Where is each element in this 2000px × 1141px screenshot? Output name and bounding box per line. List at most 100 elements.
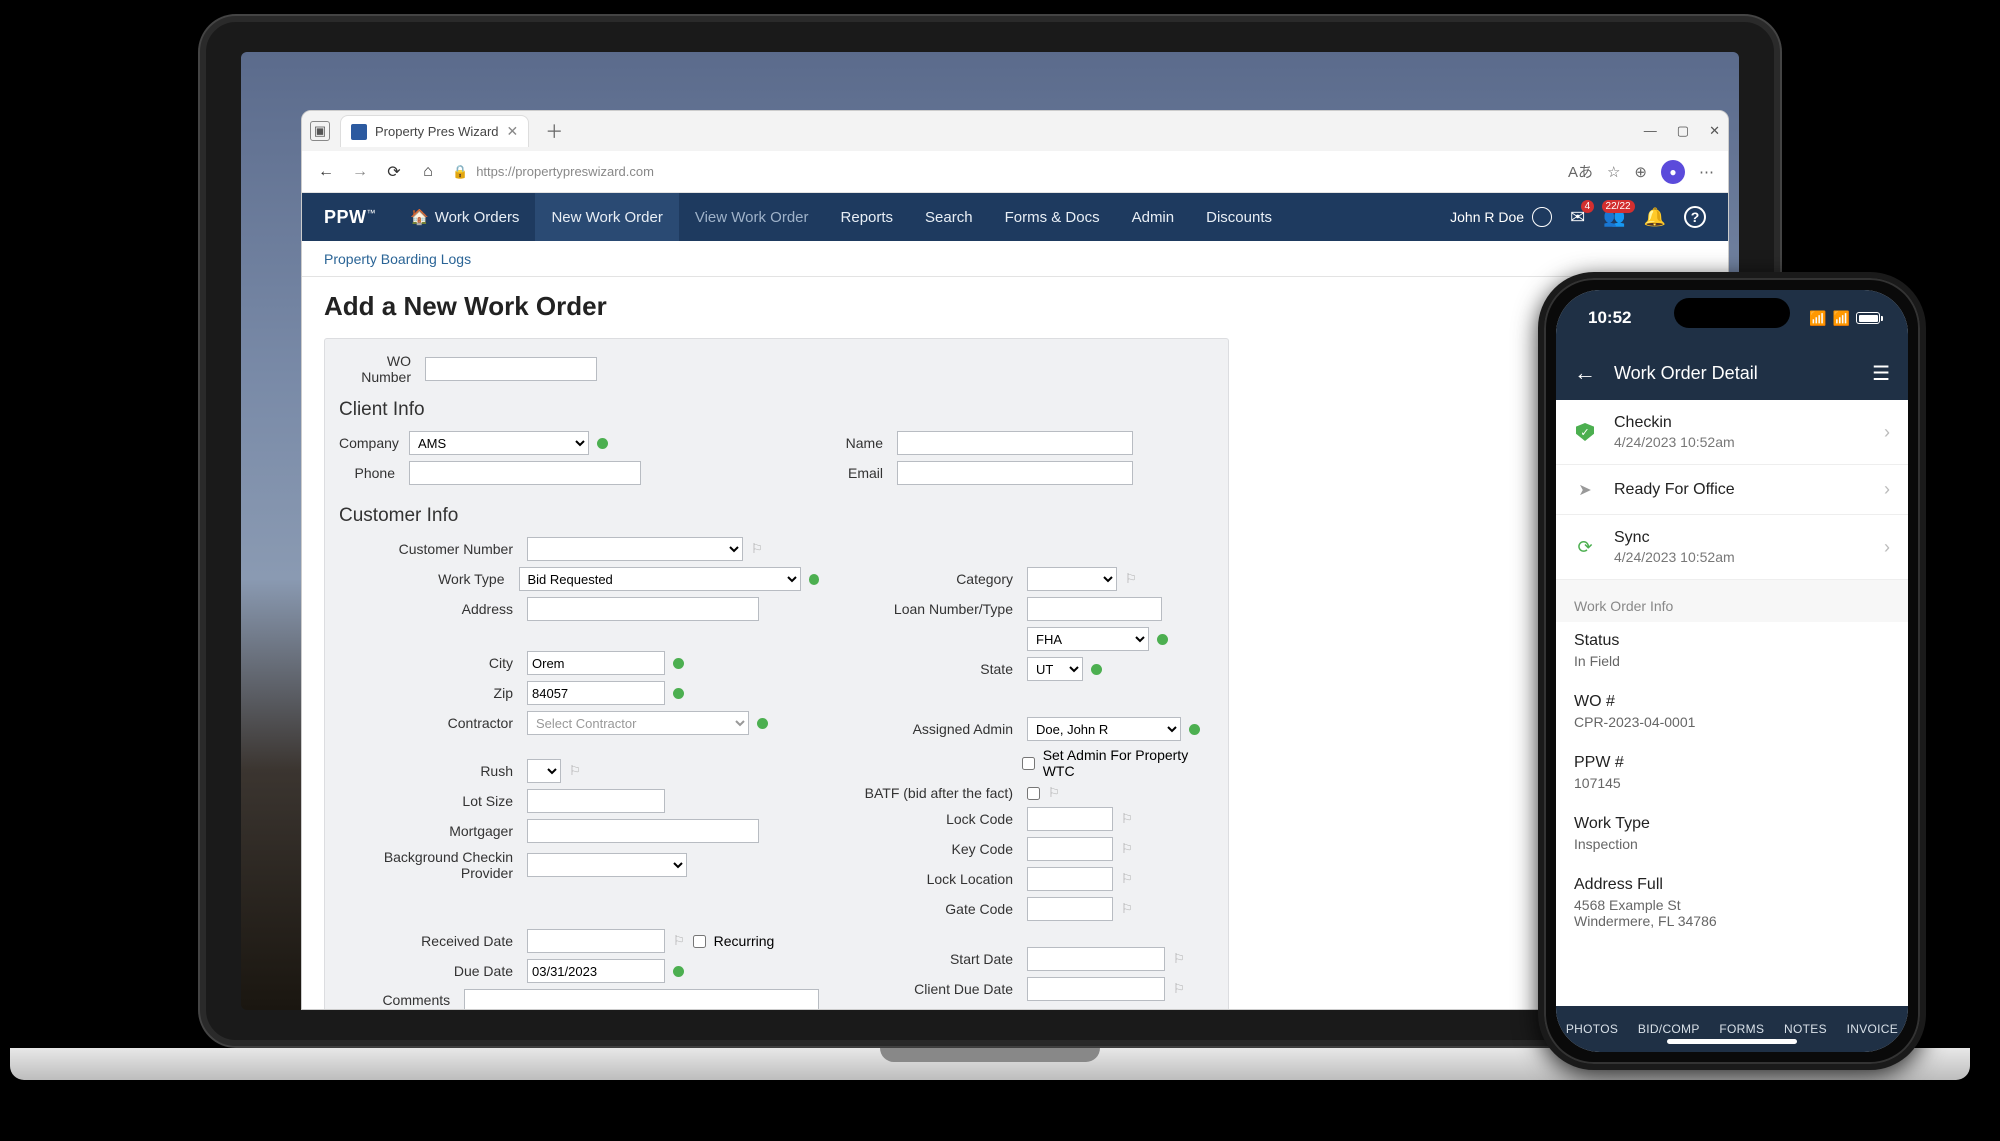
close-window-icon[interactable]: ✕ <box>1709 123 1720 139</box>
new-tab-button[interactable]: ＋ <box>539 118 569 144</box>
nav-new-work-order[interactable]: New Work Order <box>535 193 678 241</box>
customer-number-select[interactable] <box>527 537 743 561</box>
category-select[interactable] <box>1027 567 1117 591</box>
favorite-icon[interactable]: ☆ <box>1607 163 1620 181</box>
nav-forms-docs[interactable]: Forms & Docs <box>989 193 1116 241</box>
flag-icon[interactable]: ⚐ <box>1125 571 1137 587</box>
zip-input[interactable] <box>527 681 665 705</box>
nav-search[interactable]: Search <box>909 193 989 241</box>
nav-reports[interactable]: Reports <box>825 193 910 241</box>
recurring-checkbox[interactable] <box>693 935 706 948</box>
tab-invoice[interactable]: INVOICE <box>1847 1022 1898 1036</box>
flag-icon[interactable]: ⚐ <box>1121 811 1133 827</box>
bell-icon[interactable]: 🔔 <box>1644 207 1666 228</box>
home-icon[interactable]: ⌂ <box>418 163 438 181</box>
flag-icon[interactable]: ⚐ <box>751 541 763 557</box>
action-checkin[interactable]: ✓ Checkin4/24/2023 10:52am › <box>1556 400 1908 465</box>
key-code-label: Key Code <box>819 841 1019 857</box>
tab-bidcomp[interactable]: BID/COMP <box>1638 1022 1700 1036</box>
more-icon[interactable]: ⋯ <box>1699 163 1714 181</box>
admin-label: Assigned Admin <box>819 721 1019 737</box>
set-admin-checkbox[interactable] <box>1022 757 1035 770</box>
collections-icon[interactable]: ⊕ <box>1634 163 1647 181</box>
close-tab-icon[interactable]: ✕ <box>507 123 519 140</box>
client-info-heading: Client Info <box>339 399 1214 421</box>
hamburger-icon[interactable]: ☰ <box>1872 361 1890 386</box>
profile-avatar[interactable]: ● <box>1661 160 1685 184</box>
mortgager-input[interactable] <box>527 819 759 843</box>
email-input[interactable] <box>897 461 1133 485</box>
loan-type-select[interactable]: FHA <box>1027 627 1149 651</box>
brand-logo[interactable]: PPW™ <box>324 207 376 228</box>
phone-label: Phone <box>339 465 401 481</box>
battery-icon <box>1856 312 1880 324</box>
status-dot-icon <box>1091 664 1102 675</box>
flag-icon[interactable]: ⚐ <box>1048 785 1060 801</box>
status-dot-icon <box>673 658 684 669</box>
nav-user[interactable]: John R Doe <box>1450 207 1552 227</box>
loan-number-input[interactable] <box>1027 597 1162 621</box>
nav-view-work-order[interactable]: View Work Order <box>679 193 825 241</box>
forward-icon[interactable]: → <box>350 163 370 181</box>
flag-icon[interactable]: ⚐ <box>1121 841 1133 857</box>
flag-icon[interactable]: ⚐ <box>1121 871 1133 887</box>
action-ready-for-office[interactable]: ➤ Ready For Office › <box>1556 465 1908 515</box>
browser-tab[interactable]: Property Pres Wizard ✕ <box>340 115 529 147</box>
bcp-select[interactable] <box>527 853 687 877</box>
tab-notes[interactable]: NOTES <box>1784 1022 1827 1036</box>
work-type-select[interactable]: Bid Requested <box>519 567 801 591</box>
lot-size-input[interactable] <box>527 789 665 813</box>
start-date-input[interactable] <box>1027 947 1165 971</box>
rush-select[interactable] <box>527 759 561 783</box>
client-due-date-label: Client Due Date <box>819 981 1019 997</box>
wo-number-input[interactable] <box>425 357 597 381</box>
lock-location-input[interactable] <box>1027 867 1113 891</box>
comments-textarea[interactable] <box>464 989 819 1009</box>
maximize-icon[interactable]: ▢ <box>1677 123 1689 139</box>
phone-screen: 10:52 📶 📶 ← Work Order Detail ☰ ✓ Checki… <box>1556 290 1908 1052</box>
tab-photos[interactable]: PHOTOS <box>1566 1022 1618 1036</box>
flag-icon[interactable]: ⚐ <box>1173 951 1185 967</box>
flag-icon[interactable]: ⚐ <box>569 763 581 779</box>
admin-select[interactable]: Doe, John R <box>1027 717 1181 741</box>
phone-bottom-tabs: PHOTOS BID/COMP FORMS NOTES INVOICE <box>1556 1006 1908 1052</box>
reader-icon[interactable]: Aあ <box>1568 161 1593 182</box>
nav-work-orders[interactable]: 🏠Work Orders <box>394 193 535 241</box>
refresh-icon[interactable]: ⟳ <box>384 162 404 182</box>
gate-code-input[interactable] <box>1027 897 1113 921</box>
mail-icon[interactable]: ✉4 <box>1570 207 1585 228</box>
flag-icon[interactable]: ⚐ <box>1173 981 1185 997</box>
city-input[interactable] <box>527 651 665 675</box>
lock-code-input[interactable] <box>1027 807 1113 831</box>
flag-icon[interactable]: ⚐ <box>1121 901 1133 917</box>
back-icon[interactable]: ← <box>316 163 336 181</box>
batf-checkbox[interactable] <box>1027 787 1040 800</box>
url-display[interactable]: 🔒 https://propertypreswizard.com <box>452 164 654 180</box>
client-due-date-input[interactable] <box>1027 977 1165 1001</box>
work-type-label: Work Type <box>339 571 511 587</box>
home-indicator[interactable] <box>1667 1039 1797 1044</box>
received-date-input[interactable] <box>527 929 665 953</box>
flag-icon[interactable]: ⚐ <box>673 933 685 949</box>
tab-forms[interactable]: FORMS <box>1719 1022 1764 1036</box>
key-code-input[interactable] <box>1027 837 1113 861</box>
breadcrumb-link[interactable]: Property Boarding Logs <box>324 251 471 267</box>
recurring-label: Recurring <box>714 933 775 949</box>
nav-admin[interactable]: Admin <box>1116 193 1191 241</box>
contractor-select[interactable]: Select Contractor <box>527 711 749 735</box>
action-sync[interactable]: ⟳ Sync4/24/2023 10:52am › <box>1556 515 1908 580</box>
help-icon[interactable]: ? <box>1684 206 1706 228</box>
due-date-input[interactable] <box>527 959 665 983</box>
address-input[interactable] <box>527 597 759 621</box>
sidebar-toggle-icon[interactable]: ▣ <box>310 121 330 141</box>
back-arrow-icon[interactable]: ← <box>1574 360 1596 386</box>
people-icon[interactable]: 👥22/22 <box>1603 207 1625 228</box>
company-select[interactable]: AMS <box>409 431 589 455</box>
phone-appbar: ← Work Order Detail ☰ <box>1556 346 1908 400</box>
nav-discounts[interactable]: Discounts <box>1190 193 1288 241</box>
name-input[interactable] <box>897 431 1133 455</box>
chevron-right-icon: › <box>1884 537 1890 558</box>
phone-input[interactable] <box>409 461 641 485</box>
minimize-icon[interactable]: — <box>1644 123 1657 139</box>
state-select[interactable]: UT <box>1027 657 1083 681</box>
